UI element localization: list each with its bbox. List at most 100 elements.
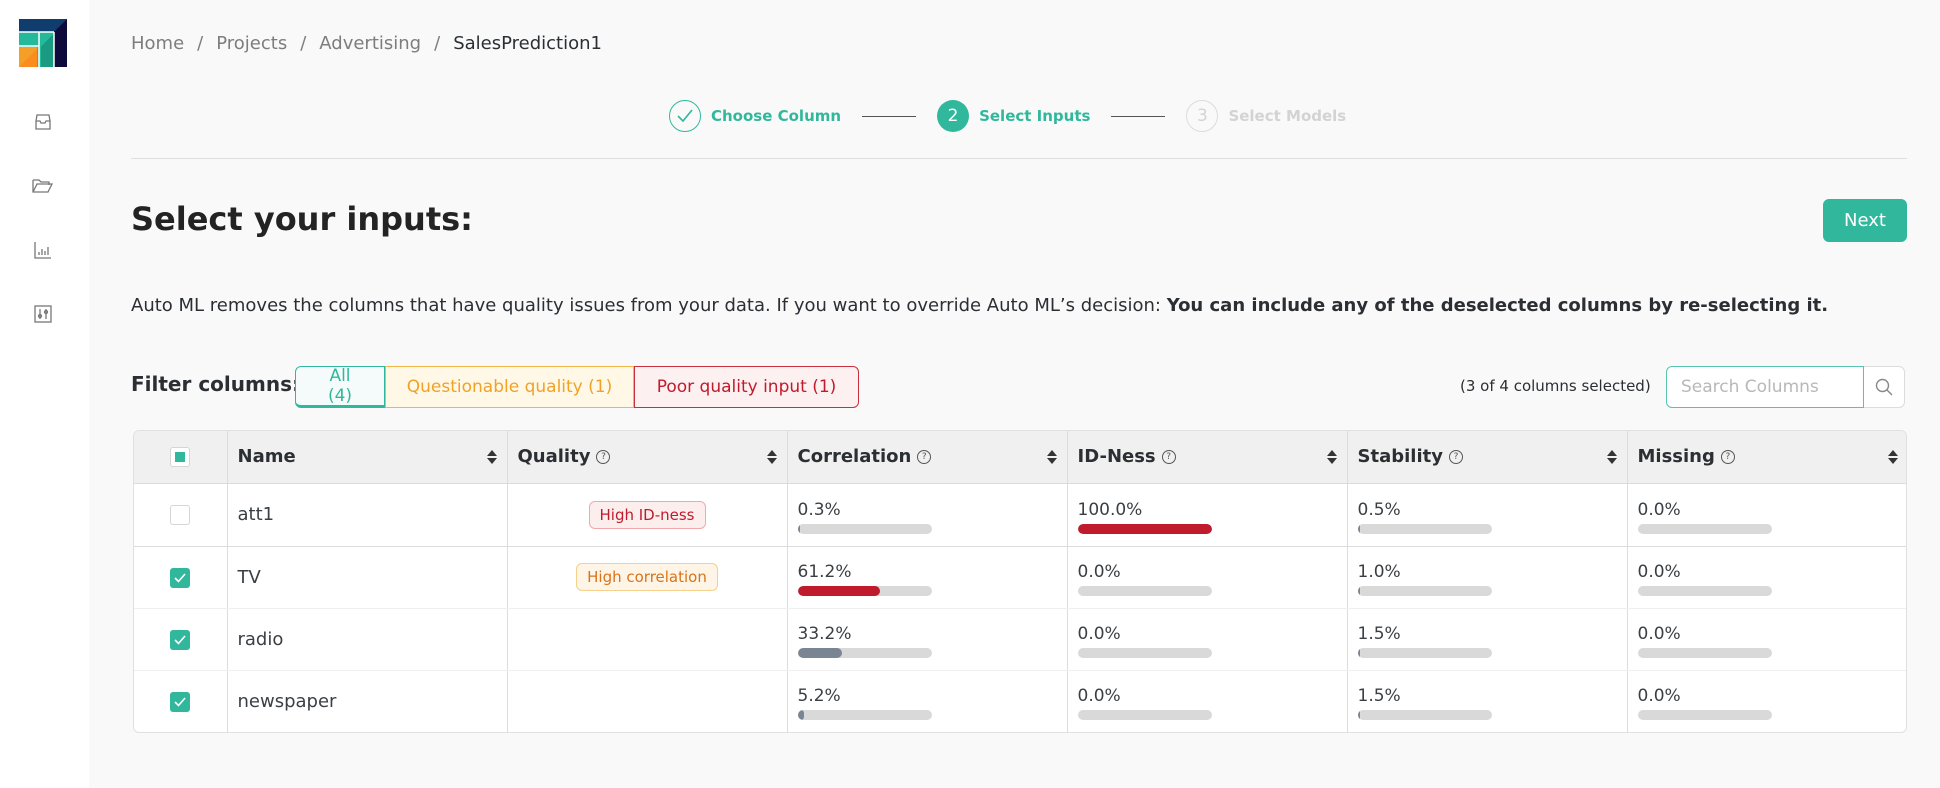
stability-value: 0.5% bbox=[1357, 499, 1401, 520]
sort-icon[interactable] bbox=[1046, 449, 1057, 464]
step-select-inputs[interactable]: 2 Select Inputs bbox=[937, 100, 1090, 132]
header-correlation[interactable]: Correlation? bbox=[787, 431, 1068, 484]
sort-icon[interactable] bbox=[1888, 449, 1898, 464]
search-input[interactable] bbox=[1666, 366, 1864, 408]
step-label: Select Models bbox=[1228, 107, 1347, 125]
breadcrumb-separator: / bbox=[434, 33, 441, 54]
bar-chart-icon[interactable] bbox=[31, 238, 55, 262]
sort-icon[interactable] bbox=[1606, 449, 1617, 464]
row-checkbox[interactable] bbox=[170, 691, 191, 712]
search-icon bbox=[1875, 378, 1893, 396]
sidebar bbox=[0, 0, 89, 788]
step-connector bbox=[862, 115, 917, 117]
app-logo[interactable] bbox=[19, 19, 67, 67]
quality-badge: High correlation bbox=[576, 563, 718, 591]
filter-questionable-button[interactable]: Questionable quality (1) bbox=[385, 366, 634, 408]
header-divider bbox=[131, 158, 1907, 159]
header-idness[interactable]: ID-Ness? bbox=[1067, 431, 1348, 484]
quality-badge: High ID-ness bbox=[588, 500, 706, 529]
help-icon[interactable]: ? bbox=[1720, 449, 1735, 464]
idness-value: 0.0% bbox=[1077, 562, 1121, 582]
step-label: Select Inputs bbox=[979, 107, 1091, 125]
select-all-checkbox[interactable] bbox=[170, 447, 191, 468]
idness-cell: 100.0% bbox=[1067, 483, 1348, 547]
stability-bar bbox=[1357, 586, 1492, 596]
header-quality[interactable]: Quality? bbox=[507, 431, 788, 484]
step-label: Choose Column bbox=[711, 107, 842, 125]
idness-bar bbox=[1077, 523, 1212, 534]
help-icon[interactable]: ? bbox=[596, 449, 611, 464]
header-name[interactable]: Name bbox=[227, 431, 508, 484]
description-text: Auto ML removes the columns that have qu… bbox=[131, 295, 1167, 316]
help-icon[interactable]: ? bbox=[917, 449, 932, 464]
filter-poor-button[interactable]: Poor quality input (1) bbox=[634, 366, 859, 408]
idness-bar bbox=[1077, 648, 1212, 658]
correlation-value: 0.3% bbox=[797, 499, 841, 520]
correlation-cell: 5.2% bbox=[787, 670, 1068, 732]
idness-value: 0.0% bbox=[1077, 686, 1121, 707]
missing-cell: 0.0% bbox=[1627, 670, 1906, 732]
row-select-cell bbox=[134, 608, 228, 671]
missing-value: 0.0% bbox=[1637, 624, 1681, 644]
folder-open-icon[interactable] bbox=[31, 174, 55, 198]
correlation-value: 33.2% bbox=[797, 624, 852, 644]
sort-icon[interactable] bbox=[1326, 449, 1337, 464]
step-number: 3 bbox=[1186, 100, 1219, 132]
check-icon bbox=[174, 572, 186, 583]
row-select-cell bbox=[134, 546, 228, 609]
breadcrumb-home[interactable]: Home bbox=[131, 33, 184, 54]
idness-value: 0.0% bbox=[1077, 624, 1121, 644]
help-icon[interactable]: ? bbox=[1448, 449, 1463, 464]
header-stability[interactable]: Stability? bbox=[1347, 431, 1628, 484]
missing-bar bbox=[1637, 710, 1772, 721]
select-all-cell bbox=[134, 431, 228, 484]
table-row: TV High correlation 61.2% 0.0% 1.0% 0.0% bbox=[134, 546, 1906, 609]
missing-cell: 0.0% bbox=[1627, 483, 1906, 547]
column-name: TV bbox=[227, 546, 508, 609]
stability-bar-fill bbox=[1357, 648, 1360, 658]
missing-value: 0.0% bbox=[1637, 686, 1681, 707]
filter-label: Filter columns: bbox=[131, 372, 300, 396]
correlation-bar-fill bbox=[797, 648, 842, 658]
next-button[interactable]: Next bbox=[1823, 199, 1907, 242]
inbox-icon[interactable] bbox=[31, 110, 55, 134]
column-name: radio bbox=[227, 608, 508, 671]
stability-cell: 1.0% bbox=[1347, 546, 1628, 609]
filter-all-button[interactable]: All (4) bbox=[295, 366, 385, 408]
search-button[interactable] bbox=[1864, 366, 1905, 408]
table-row: radio 33.2% 0.0% 1.5% 0.0% bbox=[134, 608, 1906, 671]
row-checkbox[interactable] bbox=[170, 629, 191, 650]
breadcrumb-separator: / bbox=[197, 33, 204, 54]
quality-cell bbox=[507, 670, 788, 732]
stability-cell: 1.5% bbox=[1347, 608, 1628, 671]
header-label: ID-Ness bbox=[1077, 446, 1156, 468]
idness-cell: 0.0% bbox=[1067, 546, 1348, 609]
correlation-value: 61.2% bbox=[797, 562, 852, 582]
stability-cell: 1.5% bbox=[1347, 670, 1628, 732]
correlation-bar-fill bbox=[797, 523, 800, 534]
correlation-bar bbox=[797, 648, 932, 658]
sort-icon[interactable] bbox=[766, 449, 777, 464]
breadcrumb-advertising[interactable]: Advertising bbox=[319, 33, 421, 54]
table-header-row: Name Quality? Correlation? ID-Ness? Stab… bbox=[134, 431, 1906, 484]
step-choose-column[interactable]: Choose Column bbox=[669, 100, 841, 132]
idness-cell: 0.0% bbox=[1067, 670, 1348, 732]
breadcrumb-projects[interactable]: Projects bbox=[216, 33, 287, 54]
header-label: Quality bbox=[517, 446, 591, 468]
description-emphasis: You can include any of the deselected co… bbox=[1166, 295, 1829, 316]
header-label: Name bbox=[237, 446, 296, 468]
stability-value: 1.5% bbox=[1357, 686, 1401, 707]
row-checkbox[interactable] bbox=[170, 505, 191, 525]
header-missing[interactable]: Missing? bbox=[1627, 431, 1906, 484]
step-select-models: 3 Select Models bbox=[1186, 100, 1346, 132]
column-name: att1 bbox=[227, 483, 508, 547]
correlation-cell: 33.2% bbox=[787, 608, 1068, 671]
help-icon[interactable]: ? bbox=[1161, 449, 1176, 464]
row-checkbox[interactable] bbox=[170, 567, 191, 588]
sliders-icon[interactable] bbox=[31, 302, 55, 326]
table-row: newspaper 5.2% 0.0% 1.5% 0.0% bbox=[134, 670, 1906, 732]
correlation-bar bbox=[797, 523, 932, 534]
idness-value: 100.0% bbox=[1077, 499, 1143, 520]
step-number: 2 bbox=[937, 100, 970, 132]
sort-icon[interactable] bbox=[486, 449, 497, 464]
